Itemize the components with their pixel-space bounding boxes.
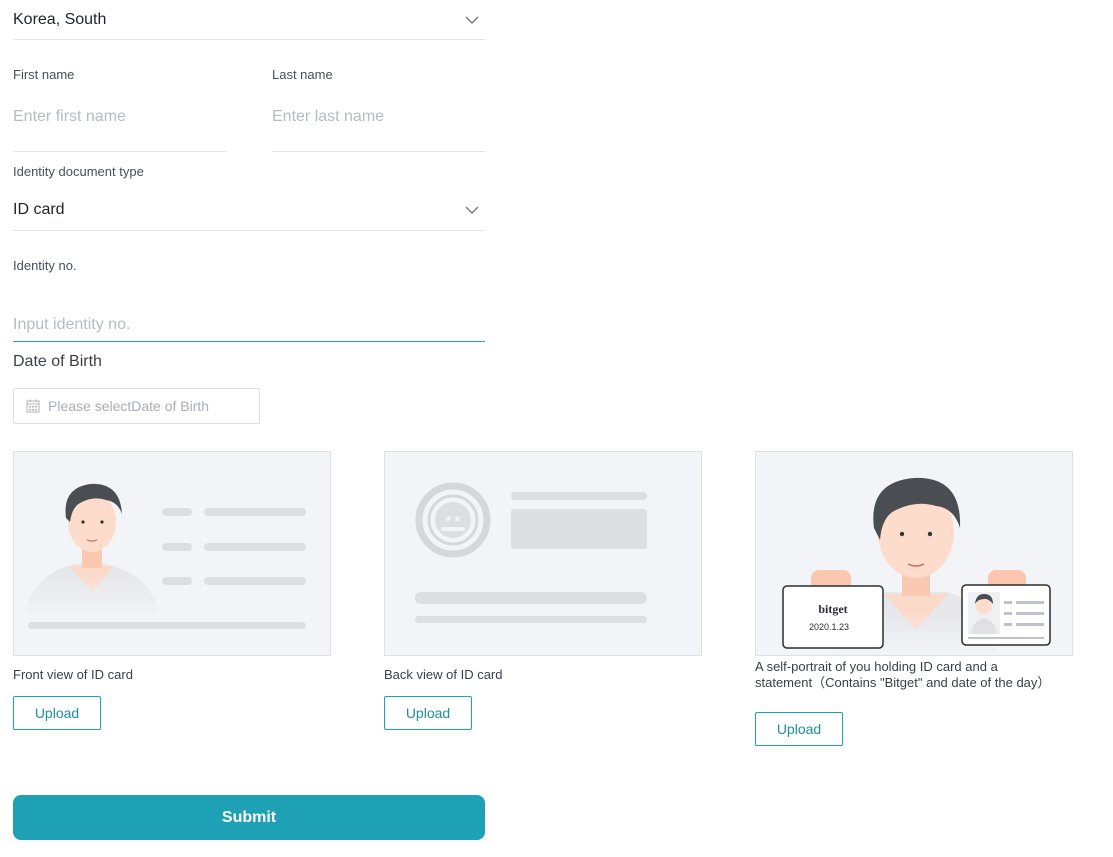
submit-button[interactable]: Submit — [13, 795, 485, 840]
chevron-down-icon — [459, 200, 485, 220]
back-id-card-illustration: ★★ — [384, 451, 702, 656]
first-name-group: First name — [13, 67, 227, 152]
dob-label: Date of Birth — [13, 353, 102, 370]
last-name-group: Last name — [272, 67, 485, 152]
upload-front-button[interactable]: Upload — [13, 696, 101, 730]
back-id-caption: Back view of ID card — [384, 667, 503, 682]
first-name-input[interactable] — [13, 106, 227, 128]
document-type-label: Identity document type — [13, 164, 144, 179]
identity-no-label: Identity no. — [13, 258, 77, 273]
calendar-icon — [26, 399, 40, 413]
dob-picker[interactable] — [13, 388, 260, 424]
identity-no-input[interactable] — [13, 314, 485, 336]
chevron-down-icon — [459, 10, 485, 30]
document-type-group: Identity document type — [13, 164, 485, 179]
last-name-input[interactable] — [272, 106, 485, 128]
country-value: Korea, South — [13, 10, 107, 28]
selfie-note-date: 2020.1.23 — [809, 622, 849, 632]
document-type-select[interactable]: ID card — [13, 190, 485, 231]
front-id-card-illustration — [13, 451, 331, 656]
svg-text:★★: ★★ — [444, 514, 462, 525]
upload-back-button[interactable]: Upload — [384, 696, 472, 730]
upload-selfie-button[interactable]: Upload — [755, 712, 843, 746]
selfie-caption: A self-portrait of you holding ID card a… — [755, 659, 1051, 690]
first-name-label: First name — [13, 67, 75, 82]
document-type-value: ID card — [13, 201, 65, 218]
dob-input[interactable] — [48, 398, 248, 414]
selfie-illustration: bitget 2020.1.23 — [755, 451, 1073, 656]
last-name-label: Last name — [272, 67, 333, 82]
identity-no-group: Identity no. — [13, 258, 485, 342]
front-id-caption: Front view of ID card — [13, 667, 133, 682]
selfie-note-brand: bitget — [818, 602, 847, 616]
country-select[interactable]: Korea, South — [13, 0, 485, 40]
